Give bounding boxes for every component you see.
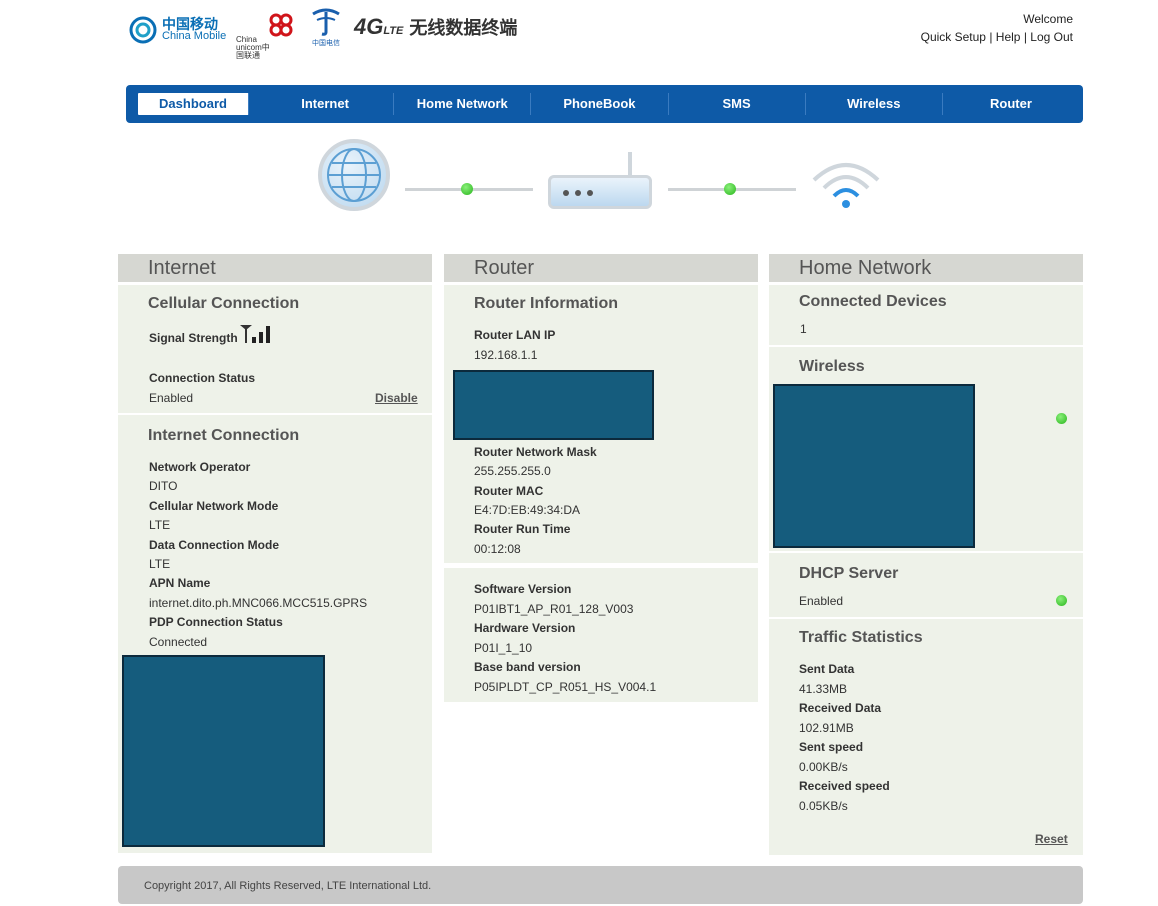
- field-label: Software Version: [474, 582, 572, 596]
- tab-home-network[interactable]: Home Network: [394, 93, 532, 115]
- china-mobile-zh: 中国移动: [162, 16, 218, 32]
- brand-title: 4G LTE 无线数据终端: [354, 14, 517, 40]
- link-separator: |: [1023, 30, 1027, 44]
- field-value: 102.91MB: [799, 721, 854, 735]
- field-value: E4:7D:EB:49:34:DA: [474, 503, 581, 517]
- field-value: 00:12:08: [474, 542, 521, 556]
- status-dot-icon: [724, 183, 736, 195]
- wireless-title: Wireless: [799, 358, 865, 375]
- china-telecom-logo: 中国电信: [306, 6, 346, 52]
- brand-zh: 无线数据终端: [409, 18, 518, 38]
- logout-link[interactable]: Log Out: [1030, 30, 1073, 44]
- wifi-icon: [812, 163, 880, 208]
- field-label: Hardware Version: [474, 621, 576, 635]
- router-icon: [548, 175, 652, 209]
- china-telecom-text: 中国电信: [312, 40, 340, 47]
- field-label: APN Name: [149, 576, 211, 590]
- field-value: 255.255.255.0: [474, 464, 551, 478]
- field-value: DITO: [149, 479, 178, 493]
- redacted-block: [773, 384, 975, 548]
- field-value: P05IPLDT_CP_R051_HS_V004.1: [474, 680, 657, 694]
- field-label: Sent Data: [799, 662, 855, 676]
- field-label: Received speed: [799, 779, 890, 793]
- redacted-block: [453, 370, 654, 440]
- welcome-text: Welcome: [1023, 12, 1073, 26]
- field-label: Router Run Time: [474, 522, 571, 536]
- field-label: Received Data: [799, 701, 882, 715]
- signal-strength-label: Signal Strength: [149, 331, 238, 345]
- router-column: Router: [444, 254, 758, 282]
- field-value: 0.00KB/s: [799, 760, 848, 774]
- field-label: Data Connection Mode: [149, 538, 280, 552]
- traffic-statistics-title: Traffic Statistics: [799, 629, 923, 646]
- field-label: Router Network Mask: [474, 445, 597, 459]
- footer: Copyright 2017, All Rights Reserved, LTE…: [118, 866, 1083, 904]
- china-mobile-en: China Mobile: [162, 30, 227, 42]
- help-link[interactable]: Help: [996, 30, 1021, 44]
- signal-bars-icon: [240, 325, 270, 343]
- field-label: Cellular Network Mode: [149, 499, 279, 513]
- connected-devices-title: Connected Devices: [799, 293, 947, 310]
- disable-link[interactable]: Disable: [375, 391, 418, 405]
- quick-setup-link[interactable]: Quick Setup: [921, 30, 986, 44]
- link-separator: |: [989, 30, 993, 44]
- dhcp-server-panel: DHCP Server Enabled: [769, 553, 1083, 617]
- tab-dashboard[interactable]: Dashboard: [138, 93, 249, 115]
- tab-sms[interactable]: SMS: [669, 93, 806, 115]
- globe-icon: [318, 139, 390, 211]
- dhcp-status-icon: [1056, 595, 1067, 606]
- brand-lte: LTE: [383, 25, 404, 37]
- field-value: Connected: [149, 635, 208, 649]
- home-network-header: Home Network: [769, 254, 1083, 282]
- dhcp-server-value: Enabled: [799, 594, 844, 608]
- cellular-connection-panel: Cellular Connection Signal Strength Conn…: [118, 285, 432, 413]
- router-header: Router: [444, 254, 758, 282]
- cellular-connection-title: Cellular Connection: [148, 295, 300, 312]
- wireless-status-icon: [1056, 413, 1067, 424]
- china-mobile-icon: [129, 16, 157, 44]
- versions-panel: Software Version P01IBT1_AP_R01_128_V003…: [444, 568, 758, 702]
- field-value: 0.05KB/s: [799, 799, 848, 813]
- tab-phonebook[interactable]: PhoneBook: [531, 93, 669, 115]
- field-value: P01IBT1_AP_R01_128_V003: [474, 602, 634, 616]
- top-links: Quick Setup | Help | Log Out: [921, 30, 1073, 44]
- internet-connection-title: Internet Connection: [148, 427, 300, 444]
- dhcp-server-title: DHCP Server: [799, 565, 899, 582]
- china-telecom-icon: [312, 8, 340, 36]
- connected-devices-value: 1: [800, 322, 807, 336]
- brand-4g: 4G: [354, 14, 384, 39]
- reset-link[interactable]: Reset: [1035, 832, 1068, 846]
- connection-status-value: Enabled: [149, 391, 194, 405]
- field-value: 192.168.1.1: [474, 348, 538, 362]
- field-label: Network Operator: [149, 460, 251, 474]
- field-label: PDP Connection Status: [149, 615, 283, 629]
- field-label: Router MAC: [474, 484, 544, 498]
- tab-internet[interactable]: Internet: [257, 93, 395, 115]
- main-nav: Dashboard Internet Home Network PhoneBoo…: [126, 85, 1083, 123]
- home-network-column: Home Network: [769, 254, 1083, 282]
- field-label: Router LAN IP: [474, 328, 556, 342]
- field-value: 41.33MB: [799, 682, 848, 696]
- field-label: Base band version: [474, 660, 581, 674]
- internet-header: Internet: [118, 254, 432, 282]
- field-value: internet.dito.ph.MNC066.MCC515.GPRS: [149, 596, 368, 610]
- china-unicom-logo: China unicom中国联通: [236, 10, 300, 60]
- redacted-block: [122, 655, 325, 847]
- tab-router[interactable]: Router: [943, 93, 1079, 115]
- field-value: LTE: [149, 518, 171, 532]
- traffic-statistics-panel: Traffic Statistics Sent Data 41.33MB Rec…: [769, 619, 1083, 855]
- field-value: LTE: [149, 557, 171, 571]
- tab-wireless[interactable]: Wireless: [806, 93, 943, 115]
- field-label: Sent speed: [799, 740, 864, 754]
- china-unicom-text: China unicom中国联通: [236, 35, 270, 60]
- china-unicom-knot-icon: [269, 13, 293, 37]
- router-information-title: Router Information: [474, 295, 618, 312]
- china-mobile-logo: 中国移动 China Mobile: [128, 10, 230, 50]
- connection-status-label: Connection Status: [149, 371, 256, 385]
- internet-column: Internet: [118, 254, 432, 282]
- status-dot-icon: [461, 183, 473, 195]
- connected-devices-panel: Connected Devices 1: [769, 285, 1083, 345]
- field-value: P01I_1_10: [474, 641, 533, 655]
